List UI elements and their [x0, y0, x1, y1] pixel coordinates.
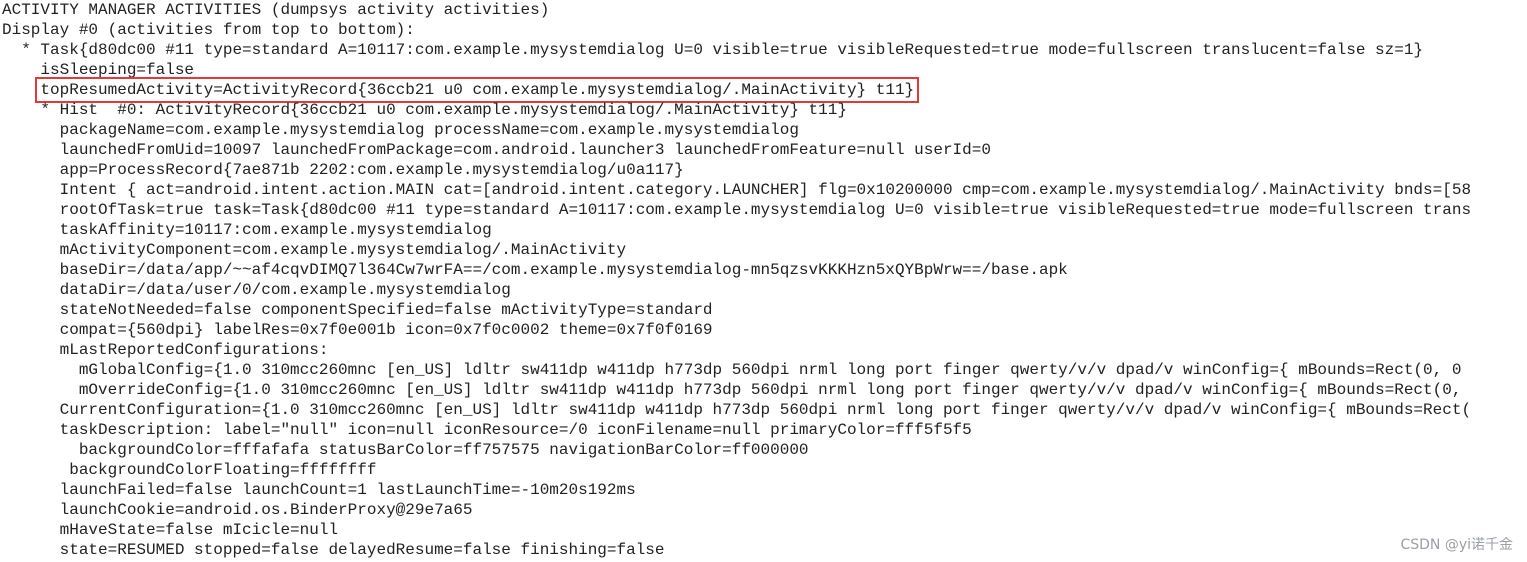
console-line: Display #0 (activities from top to botto… — [2, 21, 415, 39]
console-line: taskDescription: label="null" icon=null … — [2, 421, 972, 439]
dumpsys-output: ACTIVITY MANAGER ACTIVITIES (dumpsys act… — [2, 0, 1527, 562]
console-line: ACTIVITY MANAGER ACTIVITIES (dumpsys act… — [2, 1, 550, 19]
console-line: baseDir=/data/app/~~af4cqvDIMQ7l364Cw7wr… — [2, 261, 1068, 279]
console-line: launchedFromUid=10097 launchedFromPackag… — [2, 141, 991, 159]
console-line: rootOfTask=true task=Task{d80dc00 #11 ty… — [2, 201, 1472, 219]
console-line: dataDir=/data/user/0/com.example.mysyste… — [2, 281, 511, 299]
console-line: app=ProcessRecord{7ae871b 2202:com.examp… — [2, 161, 684, 179]
console-line: launchCookie=android.os.BinderProxy@29e7… — [2, 501, 473, 519]
console-line: state=RESUMED stopped=false delayedResum… — [2, 541, 665, 559]
console-line: backgroundColorFloating=ffffffff — [2, 461, 377, 479]
console-line: mActivityComponent=com.example.mysystemd… — [2, 241, 627, 259]
console-line: mLastReportedConfigurations: — [2, 341, 329, 359]
console-line: packageName=com.example.mysystemdialog p… — [2, 121, 799, 139]
console-line: * Hist #0: ActivityRecord{36ccb21 u0 com… — [2, 101, 847, 119]
console-line: stateNotNeeded=false componentSpecified=… — [2, 301, 713, 319]
console-line: taskAffinity=10117:com.example.mysystemd… — [2, 221, 492, 239]
console-line: launchFailed=false launchCount=1 lastLau… — [2, 481, 636, 499]
console-line: Intent { act=android.intent.action.MAIN … — [2, 181, 1472, 199]
csdn-watermark: CSDN @yi诺千金 — [1400, 537, 1513, 553]
console-line: mOverrideConfig={1.0 310mcc260mnc [en_US… — [2, 381, 1462, 399]
console-line: * Task{d80dc00 #11 type=standard A=10117… — [2, 41, 1424, 59]
console-line: backgroundColor=fffafafa statusBarColor=… — [2, 441, 809, 459]
console-line-highlighted: topResumedActivity=ActivityRecord{36ccb2… — [2, 77, 1527, 103]
console-line: mHaveState=false mIcicle=null — [2, 521, 339, 539]
console-line: mGlobalConfig={1.0 310mcc260mnc [en_US] … — [2, 361, 1462, 379]
console-line: compat={560dpi} labelRes=0x7f0e001b icon… — [2, 321, 713, 339]
console-line: CurrentConfiguration={1.0 310mcc260mnc [… — [2, 401, 1472, 419]
highlighted-top-resumed-activity: topResumedActivity=ActivityRecord{36ccb2… — [35, 77, 920, 103]
highlight-indent — [2, 81, 40, 99]
console-line: isSleeping=false — [2, 61, 195, 79]
